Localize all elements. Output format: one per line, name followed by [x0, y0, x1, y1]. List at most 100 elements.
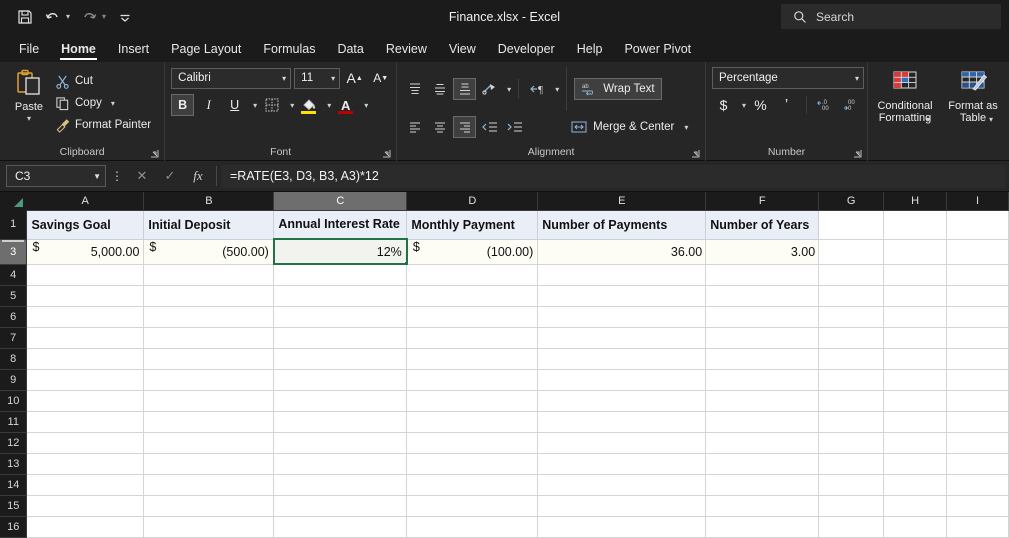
cell-g10[interactable]	[818, 390, 885, 412]
copy-button[interactable]: Copy ▾	[52, 93, 154, 113]
row-header-13[interactable]: 13	[0, 453, 28, 475]
align-top-button[interactable]	[403, 78, 426, 100]
decrease-decimal-button[interactable]: 00 0	[841, 94, 864, 116]
cell-d7[interactable]	[406, 327, 539, 349]
align-left-button[interactable]	[403, 116, 426, 138]
format-as-table-button[interactable]: Format as Table ▾	[942, 66, 1004, 124]
cell-d9[interactable]	[406, 369, 539, 391]
cell-h14[interactable]	[883, 474, 947, 496]
cell-c15[interactable]	[273, 495, 408, 517]
cell-c9[interactable]	[273, 369, 408, 391]
cell-f7[interactable]	[705, 327, 820, 349]
cell-c8[interactable]	[273, 348, 408, 370]
font-name-combo[interactable]: Calibri ▾	[171, 67, 292, 89]
cell-i4[interactable]	[946, 264, 1009, 286]
accounting-dropdown-icon[interactable]: ▾	[742, 101, 746, 110]
insert-function-icon[interactable]: fx	[184, 165, 212, 187]
cell-b10[interactable]	[143, 390, 275, 412]
cell-h8[interactable]	[883, 348, 947, 370]
conditional-formatting-dropdown-icon[interactable]: ▾	[926, 116, 930, 124]
undo-dropdown-icon[interactable]: ▾	[66, 12, 74, 21]
cell-g9[interactable]	[818, 369, 885, 391]
cell-f1[interactable]: Number of Years	[705, 210, 820, 240]
cell-c11[interactable]	[273, 411, 408, 433]
cell-c1[interactable]: Annual Interest Rate	[273, 210, 408, 240]
cell-c7[interactable]	[273, 327, 408, 349]
column-header-i[interactable]: I	[946, 192, 1009, 211]
percent-style-button[interactable]: %	[749, 94, 772, 116]
confirm-formula-icon[interactable]: ✓	[156, 165, 184, 187]
cell-h16[interactable]	[883, 516, 947, 538]
cell-c6[interactable]	[273, 306, 408, 328]
cell-h5[interactable]	[883, 285, 947, 307]
cell-g13[interactable]	[818, 453, 885, 475]
tab-formulas[interactable]: Formulas	[252, 39, 326, 62]
row-header-14[interactable]: 14	[0, 474, 28, 496]
cell-i11[interactable]	[946, 411, 1009, 433]
increase-font-size-button[interactable]: A ▲	[343, 67, 366, 89]
cell-a4[interactable]	[26, 264, 145, 286]
row-header-12[interactable]: 12	[0, 432, 28, 454]
font-color-button[interactable]: A	[334, 94, 357, 116]
cell-e16[interactable]	[537, 516, 707, 538]
cell-b3[interactable]: $ (500.00)	[143, 239, 275, 265]
cell-i13[interactable]	[946, 453, 1009, 475]
cell-e11[interactable]	[537, 411, 707, 433]
cell-a10[interactable]	[26, 390, 145, 412]
tab-page-layout[interactable]: Page Layout	[160, 39, 252, 62]
cell-b13[interactable]	[143, 453, 275, 475]
cell-b15[interactable]	[143, 495, 275, 517]
chevron-down-icon[interactable]: ▾	[331, 74, 335, 83]
orientation-dropdown-icon[interactable]: ▾	[507, 85, 511, 94]
column-header-h[interactable]: H	[883, 192, 947, 211]
cell-f11[interactable]	[705, 411, 820, 433]
font-dialog-launcher-icon[interactable]	[382, 149, 391, 158]
tab-developer[interactable]: Developer	[487, 39, 566, 62]
cell-h13[interactable]	[883, 453, 947, 475]
cell-a13[interactable]	[26, 453, 145, 475]
cell-e13[interactable]	[537, 453, 707, 475]
cell-e6[interactable]	[537, 306, 707, 328]
cell-c4[interactable]	[273, 264, 408, 286]
cell-i10[interactable]	[946, 390, 1009, 412]
cell-g1[interactable]	[818, 210, 885, 240]
cell-h4[interactable]	[883, 264, 947, 286]
tab-review[interactable]: Review	[375, 39, 438, 62]
cell-e9[interactable]	[537, 369, 707, 391]
row-header-5[interactable]: 5	[0, 285, 28, 307]
format-as-table-dropdown-icon[interactable]: ▾	[989, 116, 993, 124]
cell-d16[interactable]	[406, 516, 539, 538]
tab-data[interactable]: Data	[326, 39, 374, 62]
underline-dropdown-icon[interactable]: ▾	[253, 101, 257, 110]
cell-a7[interactable]	[26, 327, 145, 349]
cell-h7[interactable]	[883, 327, 947, 349]
paste-button[interactable]: Paste ▾	[6, 67, 52, 123]
cell-c16[interactable]	[273, 516, 408, 538]
increase-decimal-button[interactable]: .0 00	[815, 94, 838, 116]
row-header-10[interactable]: 10	[0, 390, 28, 412]
cell-h15[interactable]	[883, 495, 947, 517]
clipboard-dialog-launcher-icon[interactable]	[150, 149, 159, 158]
font-color-dropdown-icon[interactable]: ▾	[364, 101, 368, 110]
cell-f6[interactable]	[705, 306, 820, 328]
cell-i3[interactable]	[946, 239, 1009, 265]
tab-insert[interactable]: Insert	[107, 39, 160, 62]
cell-a16[interactable]	[26, 516, 145, 538]
decrease-font-size-button[interactable]: A ▼	[369, 67, 392, 89]
cell-a1[interactable]: Savings Goal	[26, 210, 145, 240]
cell-b12[interactable]	[143, 432, 275, 454]
cell-c12[interactable]	[273, 432, 408, 454]
row-header-4[interactable]: 4	[0, 264, 28, 286]
chevron-down-icon[interactable]: ▾	[282, 74, 286, 83]
cell-g7[interactable]	[818, 327, 885, 349]
cell-i5[interactable]	[946, 285, 1009, 307]
cell-i7[interactable]	[946, 327, 1009, 349]
bold-button[interactable]: B	[171, 94, 195, 116]
cell-h11[interactable]	[883, 411, 947, 433]
decrease-indent-button[interactable]	[478, 116, 501, 138]
cell-e4[interactable]	[537, 264, 707, 286]
cell-d8[interactable]	[406, 348, 539, 370]
fill-color-dropdown-icon[interactable]: ▾	[327, 101, 331, 110]
cell-a9[interactable]	[26, 369, 145, 391]
cell-b1[interactable]: Initial Deposit	[143, 210, 275, 240]
